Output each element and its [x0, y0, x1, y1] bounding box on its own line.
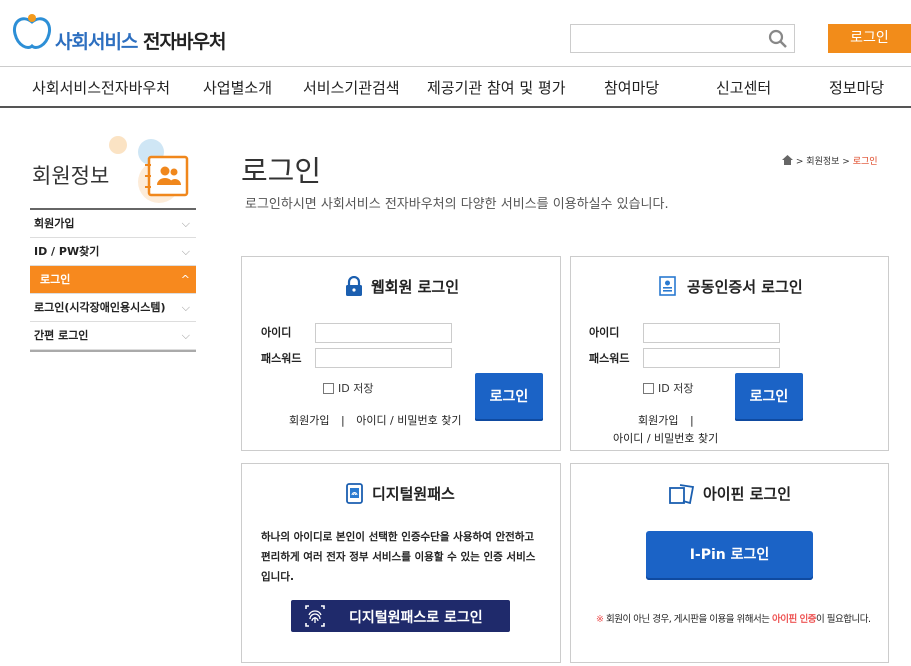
- member-contact-icon: [109, 136, 189, 203]
- breadcrumb-current: 로그인: [852, 157, 878, 167]
- ipin-note: ※ 회원이 아닌 경우, 게시판을 이용을 위해서는 아이핀 인증이 필요합니다…: [596, 611, 871, 625]
- chevron-down-icon: ⌵: [181, 329, 190, 342]
- chevron-down-icon: ⌵: [181, 217, 190, 230]
- note-text-suffix: 이 필요합니다.: [815, 614, 871, 625]
- search-icon[interactable]: [768, 29, 788, 49]
- logo-text-part2: 전자바우처: [143, 31, 226, 53]
- page-title: 로그인: [241, 154, 322, 188]
- nav-item-report[interactable]: 신고센터: [716, 77, 771, 98]
- id-field[interactable]: [643, 323, 780, 343]
- breadcrumb-separator: >: [842, 157, 850, 167]
- sidebar-item-label: 로그인(시각장애인용시스템): [34, 301, 166, 314]
- cert-login-panel: 공동인증서 로그인 아이디 패스워드 ID 저장 로그인 회원가입 | 아이디 …: [570, 256, 889, 451]
- find-idpw-link[interactable]: 아이디 / 비밀번호 찾기: [356, 414, 461, 427]
- breadcrumb-separator: >: [795, 157, 804, 167]
- sidebar-menu: 회원가입 ⌵ ID / PW찾기 ⌵ 로그인 ^ 로그인(시각장애인용시스템) ⌵ 간편…: [30, 208, 196, 352]
- nav-item-search-agency[interactable]: 서비스기관검색: [303, 77, 400, 98]
- sidebar-item-login-visually-impaired[interactable]: 로그인(시각장애인용시스템) ⌵: [30, 294, 196, 322]
- link-separator: |: [689, 414, 694, 427]
- breadcrumb-level1[interactable]: 회원정보: [806, 157, 839, 167]
- web-login-panel: 웹회원 로그인 아이디 패스워드 ID 저장 로그인 회원가입 | 아이디 / …: [241, 256, 561, 451]
- ipin-title: 아이핀 로그인: [703, 485, 792, 503]
- web-login-button[interactable]: 로그인: [475, 373, 543, 421]
- cert-login-button[interactable]: 로그인: [735, 373, 803, 421]
- save-id-label: ID 저장: [658, 382, 694, 395]
- note-highlight: 아이핀 인증: [771, 614, 817, 625]
- breadcrumb: > 회원정보 > 로그인: [782, 154, 878, 167]
- fingerprint-icon: [305, 605, 325, 627]
- checkbox-icon[interactable]: [323, 383, 334, 394]
- save-id-checkbox[interactable]: ID 저장: [323, 380, 373, 396]
- cert-login-title: 공동인증서 로그인: [687, 278, 803, 296]
- description-line: 하나의 아이디로 본인이 선택한 인증수단을 사용하여 안전하고: [261, 531, 535, 543]
- sidebar-item-label: ID / PW찾기: [34, 245, 100, 258]
- home-icon[interactable]: [782, 155, 793, 165]
- sidebar-item-label: 로그인: [40, 273, 71, 286]
- cert-login-links: 회원가입 |: [638, 412, 694, 428]
- certificate-icon: [659, 276, 676, 296]
- link-separator: |: [340, 414, 345, 427]
- ipin-device-icon: [669, 484, 695, 504]
- logo-text[interactable]: 사회서비스 전자바우처: [55, 27, 226, 54]
- digital-onepass-panel: 디지털원패스 하나의 아이디로 본인이 선택한 인증수단을 사용하여 안전하고 …: [241, 463, 561, 663]
- web-login-links: 회원가입 | 아이디 / 비밀번호 찾기: [289, 412, 461, 428]
- sidebar-item-label: 간편 로그인: [34, 329, 89, 342]
- note-mark: ※: [596, 614, 604, 625]
- save-id-checkbox[interactable]: ID 저장: [643, 380, 693, 396]
- id-field[interactable]: [315, 323, 452, 343]
- chevron-up-icon: ^: [180, 273, 190, 286]
- nav-item-participation[interactable]: 참여마당: [604, 77, 659, 98]
- sidebar-item-join[interactable]: 회원가입 ⌵: [30, 210, 196, 238]
- page-description: 로그인하시면 사회서비스 전자바우처의 다양한 서비스를 이용하실수 있습니다.: [245, 197, 669, 212]
- password-field[interactable]: [643, 348, 780, 368]
- ipin-login-button[interactable]: I-Pin 로그인: [646, 531, 813, 580]
- password-field[interactable]: [315, 348, 452, 368]
- description-line: 편리하게 여러 전자 정부 서비스를 이용할 수 있는 인증 서비스: [261, 551, 536, 563]
- join-link[interactable]: 회원가입: [289, 414, 329, 427]
- checkbox-icon[interactable]: [643, 383, 654, 394]
- sidebar-item-label: 회원가입: [34, 217, 75, 230]
- logo-text-part1: 사회서비스: [55, 31, 138, 53]
- sidebar-item-simple-login[interactable]: 간편 로그인 ⌵: [30, 322, 196, 350]
- digital-onepass-description: 하나의 아이디로 본인이 선택한 인증수단을 사용하여 안전하고 편리하게 여러…: [261, 527, 535, 587]
- chevron-down-icon: ⌵: [181, 245, 190, 258]
- sidebar-title: 회원정보: [32, 164, 110, 188]
- main-nav: 사회서비스전자바우처 사업별소개 서비스기관검색 제공기관 참여 및 평가 참여…: [0, 66, 911, 108]
- id-label: 아이디: [589, 326, 620, 339]
- nav-item-provider[interactable]: 제공기관 참여 및 평가: [427, 77, 566, 98]
- nav-item-voucher[interactable]: 사회서비스전자바우처: [32, 77, 170, 98]
- description-line: 입니다.: [261, 571, 294, 583]
- digital-onepass-title: 디지털원패스: [372, 485, 455, 503]
- digital-onepass-button-label: 디지털원패스로 로그인: [349, 610, 483, 626]
- phone-fingerprint-icon: [346, 483, 363, 504]
- nav-item-info[interactable]: 정보마당: [829, 77, 884, 98]
- find-idpw-link[interactable]: 아이디 / 비밀번호 찾기: [613, 430, 718, 446]
- header-login-button[interactable]: 로그인: [828, 24, 911, 53]
- web-login-title: 웹회원 로그인: [371, 278, 460, 296]
- password-label: 패스워드: [261, 352, 302, 365]
- logo-icon[interactable]: [12, 12, 52, 52]
- sidebar-divider: [30, 350, 196, 352]
- sidebar-item-find-idpw[interactable]: ID / PW찾기 ⌵: [30, 238, 196, 266]
- search-input[interactable]: [570, 24, 795, 53]
- digital-onepass-login-button[interactable]: 디지털원패스로 로그인: [291, 600, 510, 632]
- nav-item-business[interactable]: 사업별소개: [203, 77, 272, 98]
- sidebar-item-login[interactable]: 로그인 ^: [30, 266, 196, 294]
- chevron-down-icon: ⌵: [181, 301, 190, 314]
- save-id-label: ID 저장: [338, 382, 374, 395]
- id-label: 아이디: [261, 326, 292, 339]
- note-text-prefix: 회원이 아닌 경우, 게시판을 이용을 위해서는: [606, 614, 772, 625]
- lock-icon: [346, 276, 362, 296]
- join-link[interactable]: 회원가입: [638, 414, 678, 427]
- password-label: 패스워드: [589, 352, 630, 365]
